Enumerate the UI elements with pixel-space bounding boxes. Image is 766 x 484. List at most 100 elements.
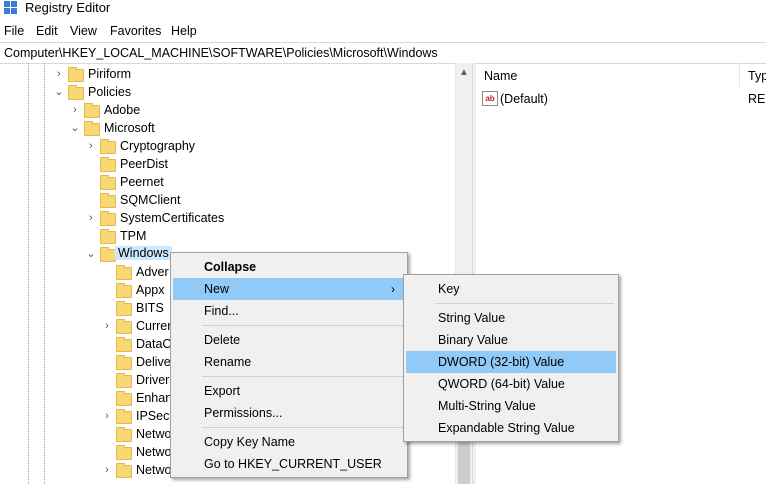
folder-icon: [116, 463, 132, 478]
tree-item-label-selected: Windows: [115, 246, 172, 260]
menu-item-label: Copy Key Name: [204, 435, 296, 449]
folder-icon: [100, 229, 116, 244]
menu-separator: [202, 325, 403, 326]
menu-help[interactable]: Help: [171, 24, 197, 38]
collapse-icon[interactable]: ⌄: [70, 123, 80, 134]
submenu-item-string-value[interactable]: String Value: [406, 307, 616, 329]
folder-icon: [116, 409, 132, 424]
registry-editor-icon: [4, 1, 17, 14]
tree-item-label: Netwo: [136, 463, 172, 477]
folder-icon: [116, 355, 132, 370]
menu-item-label: Find...: [204, 304, 239, 318]
column-header-type[interactable]: Typ: [748, 69, 766, 83]
tree-item-peerdist[interactable]: PeerDist: [0, 155, 455, 173]
string-value-icon: ab: [482, 91, 498, 106]
collapse-icon[interactable]: ⌄: [54, 87, 64, 98]
value-row-default[interactable]: ab (Default) REG: [482, 91, 766, 109]
tree-item-label: TPM: [120, 229, 147, 243]
tree-item-label: Netwo: [136, 427, 172, 441]
tree-item-label: Netwo: [136, 445, 172, 459]
scroll-up-arrow-icon[interactable]: ▲: [459, 67, 469, 78]
menu-item-label: QWORD (64-bit) Value: [438, 377, 565, 391]
tree-item-systemcertificates[interactable]: › SystemCertificates: [0, 209, 455, 227]
menu-item-label: Multi-String Value: [438, 399, 536, 413]
tree-item-peernet[interactable]: Peernet: [0, 173, 455, 191]
menu-item-label: Permissions...: [204, 406, 283, 420]
submenu-item-key[interactable]: Key: [406, 278, 616, 300]
folder-icon: [100, 139, 116, 154]
folder-icon: [68, 67, 84, 82]
tree-item-label: SQMClient: [120, 193, 181, 207]
menu-separator: [202, 376, 403, 377]
menu-item-label: Export: [204, 384, 241, 398]
tree-item-label: Microsoft: [104, 121, 155, 135]
menu-item-label: Delete: [204, 333, 241, 347]
expand-icon[interactable]: ›: [102, 465, 112, 476]
tree-item-label: SystemCertificates: [120, 211, 225, 225]
menu-item-export[interactable]: Export: [173, 380, 405, 402]
title-bar: Registry Editor: [0, 0, 766, 20]
address-bar[interactable]: Computer\HKEY_LOCAL_MACHINE\SOFTWARE\Pol…: [0, 42, 766, 64]
menu-separator: [202, 427, 403, 428]
value-name: (Default): [500, 92, 548, 106]
column-separator[interactable]: [739, 63, 740, 87]
folder-icon: [100, 247, 116, 262]
menu-item-label: Expandable String Value: [438, 421, 575, 435]
menu-item-label: String Value: [438, 311, 506, 325]
window-title: Registry Editor: [25, 0, 111, 15]
tree-item-cryptography[interactable]: › Cryptography: [0, 137, 455, 155]
folder-icon: [100, 211, 116, 226]
tree-item-label: IPSec: [136, 409, 170, 423]
tree-item-label: Policies: [88, 85, 132, 99]
menu-favorites[interactable]: Favorites: [110, 24, 161, 38]
expand-icon[interactable]: ›: [70, 105, 80, 116]
menu-item-collapse[interactable]: Collapse: [173, 256, 405, 278]
submenu-item-binary-value[interactable]: Binary Value: [406, 329, 616, 351]
tree-item-policies[interactable]: ⌄ Policies: [0, 83, 455, 101]
tree-item-label: Adver: [136, 265, 169, 279]
submenu-item-dword-value[interactable]: DWORD (32-bit) Value: [406, 351, 616, 373]
collapse-icon[interactable]: ⌄: [86, 249, 96, 260]
tree-item-label: DataC: [136, 337, 172, 351]
folder-icon: [116, 445, 132, 460]
tree-item-label: Enhan: [136, 391, 173, 405]
menu-item-goto-hkcu[interactable]: Go to HKEY_CURRENT_USER: [173, 453, 405, 475]
submenu-item-multi-string-value[interactable]: Multi-String Value: [406, 395, 616, 417]
menu-view[interactable]: View: [70, 24, 97, 38]
folder-icon: [68, 85, 84, 100]
menu-item-label: Collapse: [204, 260, 257, 274]
tree-item-label: PeerDist: [120, 157, 168, 171]
menu-item-copy-key-name[interactable]: Copy Key Name: [173, 431, 405, 453]
menu-item-rename[interactable]: Rename: [173, 351, 405, 373]
column-header-name[interactable]: Name: [484, 69, 517, 83]
folder-icon: [116, 391, 132, 406]
menu-edit[interactable]: Edit: [36, 24, 58, 38]
menu-item-label: Binary Value: [438, 333, 508, 347]
tree-item-piriform[interactable]: › Piriform: [0, 65, 455, 83]
menu-item-permissions[interactable]: Permissions...: [173, 402, 405, 424]
menu-file[interactable]: File: [4, 24, 24, 38]
tree-item-sqmclient[interactable]: SQMClient: [0, 191, 455, 209]
menu-item-new[interactable]: New ›: [173, 278, 405, 300]
expand-icon[interactable]: ›: [86, 213, 96, 224]
expand-icon[interactable]: ›: [86, 141, 96, 152]
expand-icon[interactable]: ›: [102, 411, 112, 422]
folder-icon: [116, 265, 132, 280]
context-menu: Collapse New › Find... Delete Rename Expo…: [170, 252, 408, 478]
tree-item-label: Appx: [136, 283, 165, 297]
address-path[interactable]: Computer\HKEY_LOCAL_MACHINE\SOFTWARE\Pol…: [4, 46, 438, 60]
tree-item-tpm[interactable]: TPM: [0, 227, 455, 245]
submenu-item-qword-value[interactable]: QWORD (64-bit) Value: [406, 373, 616, 395]
tree-item-adobe[interactable]: › Adobe: [0, 101, 455, 119]
tree-item-label: Driver: [136, 373, 170, 387]
menu-item-find[interactable]: Find...: [173, 300, 405, 322]
folder-icon: [116, 283, 132, 298]
menu-item-delete[interactable]: Delete: [173, 329, 405, 351]
tree-item-microsoft[interactable]: ⌄ Microsoft: [0, 119, 455, 137]
expand-icon[interactable]: ›: [102, 321, 112, 332]
expand-icon[interactable]: ›: [54, 69, 64, 80]
submenu-item-expandable-string-value[interactable]: Expandable String Value: [406, 417, 616, 439]
folder-icon: [100, 175, 116, 190]
new-submenu: Key String Value Binary Value DWORD (32-…: [403, 274, 619, 442]
menu-item-label: DWORD (32-bit) Value: [438, 355, 565, 369]
